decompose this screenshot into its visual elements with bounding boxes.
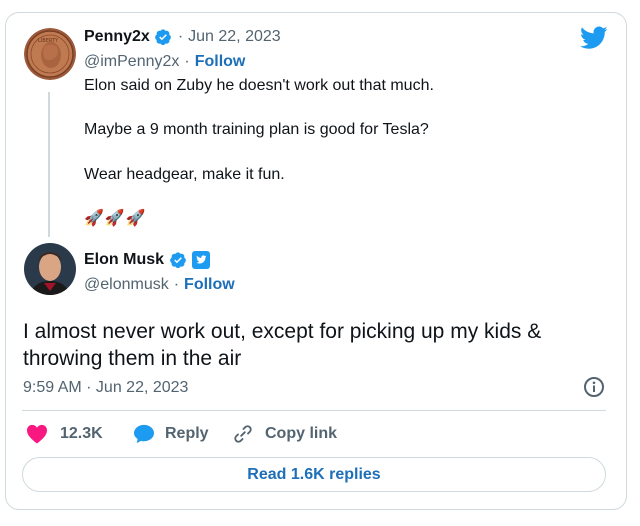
reply-label: Reply <box>165 425 209 442</box>
svg-text:LIBERTY: LIBERTY <box>38 38 59 44</box>
verified-badge-icon <box>169 251 187 269</box>
reply-handle[interactable]: @elonmusk <box>84 276 169 294</box>
reply-timestamp[interactable]: 9:59 AM · Jun 22, 2023 <box>23 379 188 397</box>
info-icon[interactable] <box>583 376 605 398</box>
follow-elonmusk-link[interactable]: Follow <box>184 276 235 294</box>
quoted-author-name[interactable]: Penny2x <box>84 28 150 46</box>
quoted-line-1: Elon said on Zuby he doesn't work out th… <box>84 77 434 94</box>
twitter-blue-badge-icon <box>192 251 211 269</box>
copy-link-label: Copy link <box>265 425 338 442</box>
quoted-header: Penny2x · Jun 22, 2023 <box>84 28 281 46</box>
verified-badge-icon <box>154 28 172 46</box>
reply-header: Elon Musk <box>84 251 211 269</box>
read-replies-label: Read 1.6K replies <box>247 465 381 483</box>
follow-penny2x-link[interactable]: Follow <box>195 53 246 71</box>
quoted-date[interactable]: Jun 22, 2023 <box>188 28 281 46</box>
separator-dot: · <box>173 276 180 293</box>
reply-text-line-1: I almost never work out, except for pick… <box>23 320 542 343</box>
reply-handle-row: @elonmusk · Follow <box>84 276 235 294</box>
separator-dot: · <box>177 28 184 45</box>
quoted-handle[interactable]: @imPenny2x <box>84 53 179 71</box>
separator-dot: · <box>184 53 190 70</box>
quoted-line-3: Wear headgear, make it fun. <box>84 166 285 183</box>
elonmusk-avatar[interactable] <box>24 243 76 295</box>
like-button[interactable]: 12.3K <box>26 424 103 444</box>
penny2x-avatar[interactable]: LIBERTY <box>24 28 76 80</box>
twitter-logo-icon[interactable] <box>580 26 608 50</box>
read-replies-button[interactable]: Read 1.6K replies <box>22 457 606 492</box>
thread-connector-line <box>48 92 50 237</box>
copy-link-button[interactable]: Copy link <box>232 424 337 444</box>
reply-button[interactable]: Reply <box>133 424 209 444</box>
rocket-emojis: 🚀🚀🚀 <box>84 210 147 227</box>
reply-author-name[interactable]: Elon Musk <box>84 251 164 269</box>
quoted-line-2: Maybe a 9 month training plan is good fo… <box>84 121 429 138</box>
like-count: 12.3K <box>60 425 103 442</box>
link-icon <box>232 424 254 444</box>
speech-bubble-icon <box>133 424 155 444</box>
heart-icon <box>26 424 48 444</box>
reply-text-line-2: throwing them in the air <box>23 347 242 370</box>
divider <box>22 410 606 411</box>
quoted-handle-row: @imPenny2x · Follow <box>84 53 245 71</box>
